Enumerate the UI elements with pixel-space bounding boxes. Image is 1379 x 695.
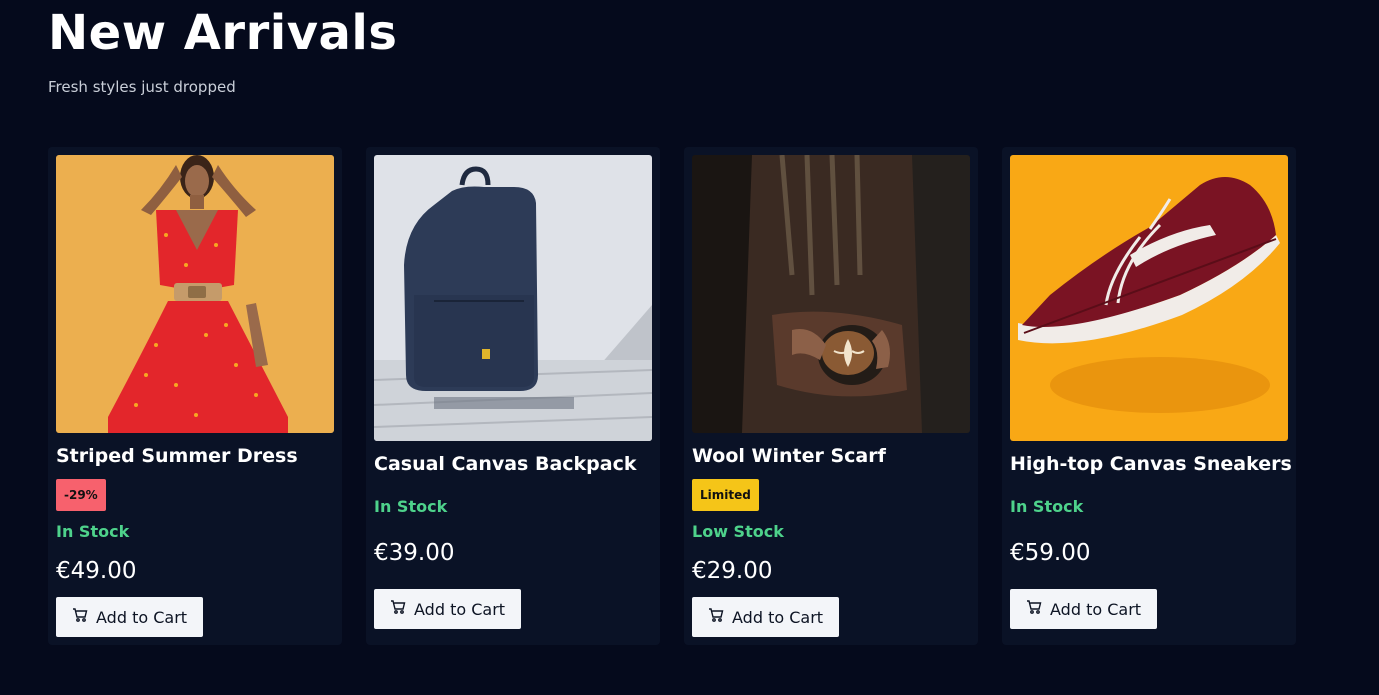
add-to-cart-label: Add to Cart — [414, 599, 506, 619]
product-image-scarf[interactable] — [692, 155, 970, 433]
product-name[interactable]: High-top Canvas Sneakers — [1010, 452, 1292, 476]
cart-icon — [72, 607, 88, 627]
add-to-cart-button[interactable]: Add to Cart — [374, 589, 522, 629]
product-image-dress[interactable] — [56, 155, 334, 433]
product-card-dress: Striped Summer Dress -29% In Stock €49.0… — [48, 147, 342, 645]
product-price: €29.00 — [692, 558, 773, 584]
cart-icon — [708, 607, 724, 627]
product-card-backpack: Casual Canvas Backpack In Stock €39.00 A… — [366, 147, 660, 645]
discount-badge: -29% — [56, 479, 106, 511]
add-to-cart-button[interactable]: Add to Cart — [56, 597, 204, 637]
product-price: €59.00 — [1010, 540, 1091, 566]
product-name[interactable]: Casual Canvas Backpack — [374, 452, 637, 476]
dress-photo — [56, 155, 334, 433]
product-name[interactable]: Wool Winter Scarf — [692, 444, 886, 468]
stock-status: In Stock — [56, 522, 130, 541]
product-name[interactable]: Striped Summer Dress — [56, 444, 298, 468]
product-image-backpack[interactable] — [374, 155, 652, 441]
product-image-sneakers[interactable] — [1010, 155, 1288, 441]
stock-status: In Stock — [374, 497, 448, 516]
product-price: €49.00 — [56, 558, 137, 584]
add-to-cart-button[interactable]: Add to Cart — [1010, 589, 1158, 629]
add-to-cart-label: Add to Cart — [96, 607, 188, 627]
stock-status: Low Stock — [692, 522, 784, 541]
cart-icon — [390, 599, 406, 619]
cart-icon — [1026, 599, 1042, 619]
scarf-photo — [692, 155, 970, 433]
sneakers-photo — [1010, 155, 1288, 441]
product-card-sneakers: High-top Canvas Sneakers In Stock €59.00… — [1002, 147, 1296, 645]
page-subtitle: Fresh styles just dropped — [48, 78, 236, 96]
stock-status: In Stock — [1010, 497, 1084, 516]
page-title: New Arrivals — [48, 5, 398, 61]
page: New Arrivals Fresh styles just dropped S… — [0, 0, 1379, 695]
product-card-scarf: Wool Winter Scarf Limited Low Stock €29.… — [684, 147, 978, 645]
add-to-cart-button[interactable]: Add to Cart — [692, 597, 840, 637]
backpack-photo — [374, 155, 652, 441]
limited-badge: Limited — [692, 479, 759, 511]
add-to-cart-label: Add to Cart — [1050, 599, 1142, 619]
add-to-cart-label: Add to Cart — [732, 607, 824, 627]
product-price: €39.00 — [374, 540, 455, 566]
